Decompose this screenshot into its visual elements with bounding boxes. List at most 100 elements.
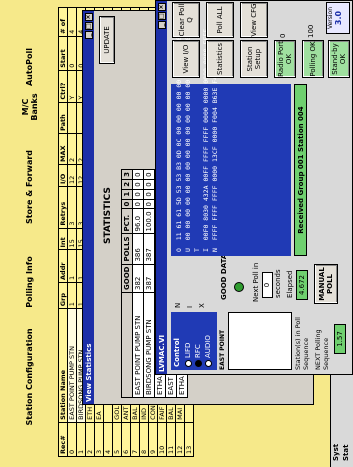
maximize-button[interactable]: □ bbox=[157, 12, 166, 20]
table-cell[interactable]: 6 bbox=[121, 422, 131, 457]
table-cell: 382 bbox=[132, 264, 144, 293]
view-cfg-button[interactable]: View CFG bbox=[240, 2, 268, 38]
config-column-header: I/O bbox=[58, 164, 68, 187]
minimize-button[interactable]: _ bbox=[157, 21, 166, 29]
station-name-cell: EAST POINT PUMP STN bbox=[132, 292, 144, 398]
table-cell[interactable]: 4 bbox=[67, 7, 77, 37]
option-audio[interactable]: AUDIO bbox=[204, 335, 212, 367]
next-sequence-label: NEXT Polling Sequence bbox=[314, 329, 330, 370]
config-column-header: Path bbox=[58, 102, 68, 134]
table-cell[interactable]: 0 bbox=[67, 422, 77, 457]
comm-label-i: I bbox=[186, 305, 194, 308]
config-column-header: # of bbox=[58, 7, 68, 37]
table-cell[interactable]: 1 bbox=[67, 282, 77, 309]
port-number: 0 bbox=[279, 33, 287, 38]
next-poll-value: 0 bbox=[262, 272, 273, 298]
version-box: Version 3.0 bbox=[326, 2, 350, 34]
audio-radio-icon[interactable] bbox=[204, 360, 212, 367]
table-cell[interactable]: 10 bbox=[157, 422, 167, 457]
table-cell[interactable]: 3 bbox=[94, 422, 104, 457]
config-column-header: Retrys bbox=[58, 186, 68, 229]
table-cell: 0 bbox=[143, 189, 155, 200]
table-cell[interactable]: 5 bbox=[112, 422, 122, 457]
minimize-button[interactable]: _ bbox=[84, 31, 93, 39]
desktop: Station Configuration Polling Info Store… bbox=[0, 0, 353, 467]
table-cell: 0 bbox=[132, 179, 144, 190]
lvmac-window: LVMAC.VI _ □ × Control LIFD RFC AUDIO N … bbox=[155, 0, 353, 375]
station-list-label: Station(s) in Poll Sequence bbox=[294, 317, 310, 370]
table-cell[interactable]: 4 bbox=[103, 422, 113, 457]
table-cell: 386 bbox=[132, 233, 144, 265]
poll-all-button[interactable]: Poll ALL bbox=[206, 2, 234, 38]
stats-corner-cell bbox=[121, 292, 133, 398]
table-cell[interactable]: 2 bbox=[85, 422, 95, 457]
station-config-header: Station Configuration bbox=[25, 328, 34, 426]
config-column-header: Ctrl? bbox=[58, 70, 68, 103]
elapsed-value: 4.672 bbox=[296, 270, 308, 300]
table-cell[interactable]: 2 bbox=[67, 133, 77, 165]
statistics-titlebar[interactable]: View Statistics _ □ × bbox=[83, 11, 94, 404]
table-cell[interactable]: 12 bbox=[67, 164, 77, 187]
table-cell[interactable]: 13 bbox=[184, 422, 194, 457]
table-cell[interactable]: 0 bbox=[67, 36, 77, 71]
close-button[interactable]: × bbox=[157, 3, 166, 11]
stats-column-header: PCT. bbox=[121, 208, 133, 234]
view-io-button[interactable]: View I/O bbox=[172, 40, 200, 78]
table-row[interactable]: 0 EAST POINT PUMP STN 1 1 15 3 12 2 Y 0 4 bbox=[67, 7, 77, 457]
comm-label-x: X bbox=[198, 303, 206, 308]
control-panel: Control LIFD RFC AUDIO bbox=[171, 312, 217, 370]
radio-port-status: Radio Port OK bbox=[274, 40, 296, 78]
table-cell[interactable]: Y bbox=[67, 70, 77, 103]
mc-banks-header: M/C Banks bbox=[20, 93, 39, 121]
table-cell[interactable]: 11 bbox=[166, 422, 176, 457]
statistics-button[interactable]: Statistics bbox=[206, 40, 234, 78]
table-cell[interactable]: EAST POINT PUMP STN bbox=[67, 308, 77, 423]
clear-poll-q-button[interactable]: Clear Poll Q bbox=[172, 2, 200, 38]
table-cell[interactable]: 1 bbox=[67, 249, 77, 283]
table-cell: 96.0 bbox=[132, 208, 144, 234]
config-header-row: Rec# Station Name Grp Addr Int Retrys I/O MAX Pa… bbox=[58, 7, 68, 457]
station-name-cell: BIRDSONG PUMP STN bbox=[143, 292, 155, 398]
control-label: Control bbox=[173, 338, 181, 367]
station-list-box[interactable] bbox=[228, 312, 292, 370]
table-cell[interactable]: 7 bbox=[130, 422, 140, 457]
config-column-header: Rec# bbox=[58, 422, 68, 457]
table-row: EAST POINT PUMP STN 382 386 96.0 0 0 0 0 bbox=[132, 169, 144, 398]
table-cell[interactable]: 15 bbox=[67, 228, 77, 250]
table-cell[interactable]: 9 bbox=[148, 422, 158, 457]
lifd-radio-icon[interactable] bbox=[184, 360, 192, 367]
table-cell[interactable]: 3 bbox=[67, 186, 77, 229]
config-column-header: MAX bbox=[58, 133, 68, 165]
system-label: Syst bbox=[332, 443, 340, 461]
store-forward-header: Store & Forward bbox=[25, 149, 34, 225]
elapsed-label: Elapsed bbox=[286, 270, 294, 299]
manual-poll-button[interactable]: MANUAL POLL bbox=[314, 264, 338, 304]
table-cell[interactable]: 12 bbox=[175, 422, 185, 457]
lvmac-titlebar[interactable]: LVMAC.VI _ □ × bbox=[156, 1, 167, 374]
close-button[interactable]: × bbox=[84, 13, 93, 21]
update-button[interactable]: UPDATE bbox=[99, 16, 115, 64]
statistics-window-title: View Statistics bbox=[84, 343, 93, 402]
option-rfc[interactable]: RFC bbox=[194, 344, 202, 367]
lvmac-window-title: LVMAC.VI bbox=[157, 334, 166, 372]
config-column-header: Addr bbox=[58, 249, 68, 283]
table-cell: 0 bbox=[132, 169, 144, 180]
option-lifd[interactable]: LIFD bbox=[184, 343, 192, 367]
table-cell[interactable]: 8 bbox=[139, 422, 149, 457]
table-cell[interactable]: 1 bbox=[76, 422, 86, 457]
statistics-heading: STATISTICS bbox=[103, 187, 113, 244]
status-label: Stat bbox=[342, 444, 350, 461]
station-setup-button[interactable]: Station Setup bbox=[240, 40, 268, 78]
stats-column-header: 2 bbox=[121, 179, 133, 190]
east-point-label: EAST POINT bbox=[219, 329, 226, 370]
version-label: Version bbox=[327, 6, 334, 30]
stats-column-header: POLLS bbox=[121, 233, 133, 265]
next-poll-label: Next Poll in bbox=[252, 262, 260, 302]
good-data-led-icon bbox=[234, 282, 244, 292]
rfc-radio-icon[interactable] bbox=[194, 360, 202, 367]
table-cell: 0 bbox=[143, 179, 155, 190]
table-cell[interactable] bbox=[67, 102, 77, 134]
table-cell: 0 bbox=[143, 199, 155, 209]
maximize-button[interactable]: □ bbox=[84, 22, 93, 30]
stats-column-header: 3 bbox=[121, 169, 133, 180]
